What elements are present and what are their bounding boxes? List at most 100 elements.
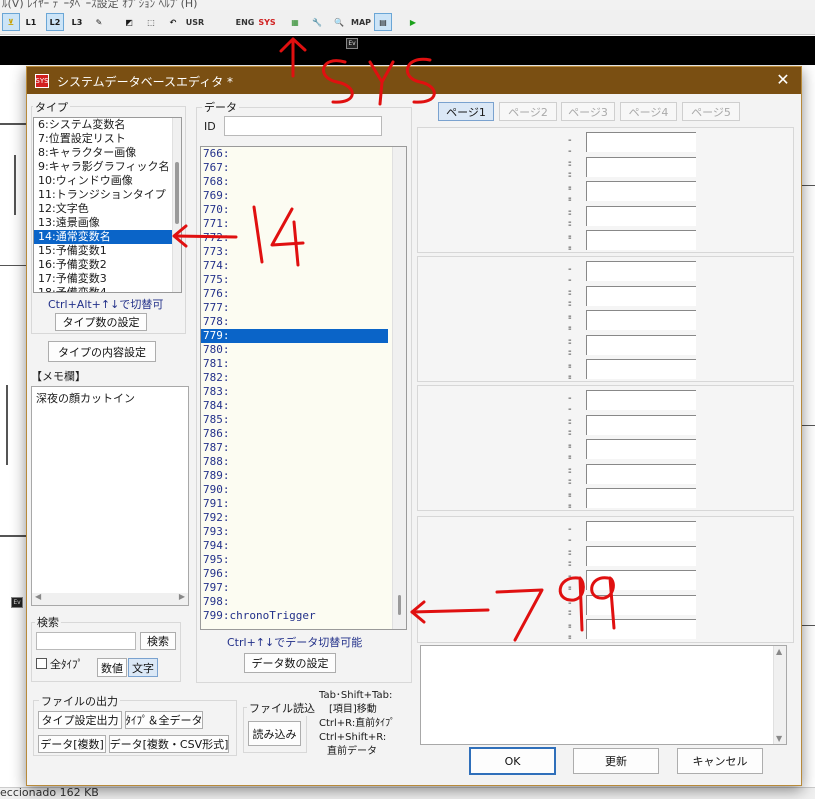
tools-icon[interactable]: 🔧 (308, 13, 326, 31)
tab-page-3[interactable]: ページ3 (561, 102, 615, 121)
cancel-button[interactable]: キャンセル (677, 748, 763, 774)
tab-page-5[interactable]: ページ5 (682, 102, 740, 121)
data-list-row[interactable]: 788: (201, 455, 406, 469)
data-list[interactable]: 766: 767: 768: 769: 770: 771: 772: 773: 774: 775:… (200, 146, 407, 630)
data-list-row[interactable]: 766: (201, 147, 406, 161)
export-type-all-data-button[interactable]: ﾀｲﾌﾟ＆全データ (125, 711, 203, 729)
field-input[interactable] (586, 390, 696, 410)
field-input[interactable] (586, 156, 696, 177)
data-list-row[interactable]: 786: (201, 427, 406, 441)
scroll-right-icon[interactable]: ▶ (179, 592, 185, 601)
search-text-toggle[interactable]: 文字 (128, 658, 158, 677)
user-db-icon[interactable]: USR (186, 13, 204, 31)
type-list-item[interactable]: 18:予備変数4 (34, 286, 181, 292)
system-db-icon[interactable]: SYS (258, 13, 276, 31)
search-input[interactable] (36, 632, 136, 650)
field-input[interactable] (586, 132, 696, 152)
file-read-button[interactable]: 読み込み (248, 721, 301, 746)
field-input[interactable] (586, 521, 696, 541)
field-input[interactable] (586, 619, 696, 639)
select-icon[interactable]: ⬚ (142, 13, 160, 31)
type-list-item[interactable]: 6:システム変数名 (34, 118, 181, 132)
event-marker[interactable]: Ev (346, 38, 358, 49)
layer-1-icon[interactable]: L1 (22, 13, 40, 31)
type-list-scroll-thumb[interactable] (175, 162, 179, 224)
data-list-row[interactable]: 797: (201, 581, 406, 595)
memo-hscrollbar[interactable]: ◀ ▶ (32, 592, 188, 605)
field-input[interactable] (586, 205, 696, 226)
export-type-settings-button[interactable]: タイプ設定出力 (38, 711, 122, 729)
type-list-item[interactable]: 9:キャラ影グラフィック名 (34, 160, 181, 174)
field-input[interactable] (586, 414, 696, 435)
fill-icon[interactable]: ◩ (120, 13, 138, 31)
type-list-item[interactable]: 10:ウィンドウ画像 (34, 174, 181, 188)
event-view-icon[interactable]: ▤ (374, 13, 392, 31)
data-list-row[interactable]: 779: (201, 329, 388, 343)
type-list-item[interactable]: 12:文字色 (34, 202, 181, 216)
tab-page-1[interactable]: ページ1 (438, 102, 494, 121)
export-data-csv-button[interactable]: データ[複数・CSV形式] (109, 735, 229, 753)
search-icon[interactable]: 🔍 (330, 13, 348, 31)
data-list-row[interactable]: 793: (201, 525, 406, 539)
field-input[interactable] (586, 261, 696, 281)
scroll-up-icon[interactable]: ▲ (776, 647, 782, 656)
type-list-scrollbar[interactable] (172, 118, 181, 292)
data-list-row[interactable]: 794: (201, 539, 406, 553)
event-marker-2[interactable]: Ev (11, 597, 23, 608)
dialog-titlebar[interactable]: SYS システムデータベースエディタ * ✕ (27, 67, 801, 94)
data-list-row[interactable]: 782: (201, 371, 406, 385)
map-list-icon[interactable]: MAP (351, 13, 371, 31)
data-list-row[interactable]: 777: (201, 301, 406, 315)
ok-button[interactable]: OK (469, 747, 556, 775)
data-list-row[interactable]: 767: (201, 161, 406, 175)
tileset-icon[interactable]: ▦ (286, 13, 304, 31)
type-list-item[interactable]: 13:遠景画像 (34, 216, 181, 230)
update-button[interactable]: 更新 (573, 748, 659, 774)
field-input[interactable] (586, 181, 696, 201)
type-list-item[interactable]: 8:キャラクター画像 (34, 146, 181, 160)
description-scrollbar[interactable]: ▲ ▼ (773, 646, 786, 744)
field-input[interactable] (586, 594, 696, 615)
layer-3-icon[interactable]: L3 (68, 13, 86, 31)
data-list-row[interactable]: 787: (201, 441, 406, 455)
variable-db-icon[interactable]: ENG (236, 13, 255, 31)
type-list[interactable]: 6:システム変数名 7:位置設定リスト 8:キャラクター画像 9:キャラ影グラフィック… (33, 117, 182, 293)
data-list-row[interactable]: 798: (201, 595, 406, 609)
scroll-down-icon[interactable]: ▼ (776, 734, 782, 743)
data-list-row[interactable]: 795: (201, 553, 406, 567)
data-list-row[interactable]: 783: (201, 385, 406, 399)
type-list-item[interactable]: 7:位置設定リスト (34, 132, 181, 146)
data-list-row[interactable]: 792: (201, 511, 406, 525)
field-input[interactable] (586, 359, 696, 379)
data-list-row[interactable]: 774: (201, 259, 406, 273)
search-numeric-toggle[interactable]: 数値 (97, 658, 127, 677)
data-list-row[interactable]: 780: (201, 343, 406, 357)
field-input[interactable] (586, 310, 696, 330)
data-list-row[interactable]: 776: (201, 287, 406, 301)
field-input[interactable] (586, 488, 696, 508)
search-button[interactable]: 検索 (140, 632, 176, 650)
export-data-multiple-button[interactable]: データ[複数] (38, 735, 106, 753)
data-list-row[interactable]: 789: (201, 469, 406, 483)
field-input[interactable] (586, 545, 696, 566)
data-list-row[interactable]: 769: (201, 189, 406, 203)
data-list-row[interactable]: 778: (201, 315, 406, 329)
field-input[interactable] (586, 285, 696, 306)
data-list-row[interactable]: 772: (201, 231, 406, 245)
type-list-item[interactable]: 16:予備変数2 (34, 258, 181, 272)
field-input[interactable] (586, 439, 696, 459)
id-input[interactable] (224, 116, 382, 136)
type-count-button[interactable]: タイプ数の設定 (55, 313, 147, 331)
data-list-row[interactable]: 770: (201, 203, 406, 217)
layer-toggle-icon[interactable]: ⊻ (2, 13, 20, 31)
type-list-item[interactable]: 14:通常変数名 (34, 230, 181, 244)
test-play-icon[interactable]: ▶ (404, 13, 422, 31)
type-content-button[interactable]: タイプの内容設定 (48, 341, 156, 362)
data-list-scroll-thumb[interactable] (398, 595, 401, 615)
tab-page-4[interactable]: ページ4 (620, 102, 677, 121)
tab-page-2[interactable]: ページ2 (499, 102, 557, 121)
all-types-checkbox[interactable] (36, 658, 47, 669)
data-list-row[interactable]: 791: (201, 497, 406, 511)
scroll-left-icon[interactable]: ◀ (35, 592, 41, 601)
data-list-row[interactable]: 790: (201, 483, 406, 497)
